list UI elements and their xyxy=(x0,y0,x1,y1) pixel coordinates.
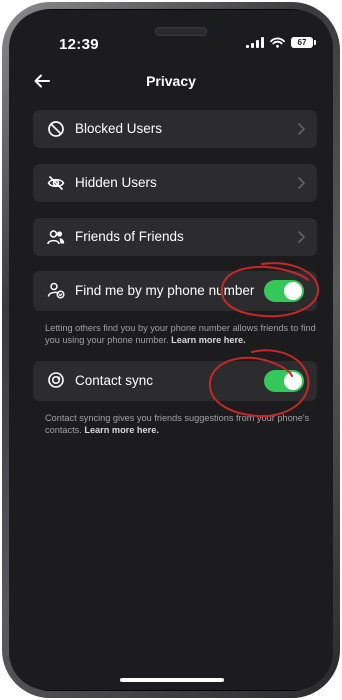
hidden-users-label: Hidden Users xyxy=(75,175,157,190)
block-icon xyxy=(48,121,64,137)
blocked-users-label: Blocked Users xyxy=(75,121,163,136)
cellular-signal-icon xyxy=(246,37,264,48)
find-by-phone-toggle[interactable] xyxy=(264,280,304,302)
blocked-users-row[interactable]: Blocked Users xyxy=(33,110,317,148)
toggle-knob xyxy=(284,372,302,390)
people-icon xyxy=(47,230,65,245)
toggle-knob xyxy=(284,282,302,300)
nav-header: Privacy xyxy=(9,66,333,96)
page-title: Privacy xyxy=(146,73,196,89)
home-indicator[interactable] xyxy=(120,678,224,682)
friends-of-friends-row[interactable]: Friends of Friends xyxy=(33,218,317,256)
find-by-phone-helper: Letting others find you by your phone nu… xyxy=(45,323,317,346)
battery-icon: 67 xyxy=(291,37,316,48)
status-time: 12:39 xyxy=(59,36,99,53)
contact-sync-toggle[interactable] xyxy=(264,370,304,392)
chevron-right-icon xyxy=(298,231,305,243)
status-bar: 12:39 67 xyxy=(9,10,333,66)
friends-of-friends-label: Friends of Friends xyxy=(75,229,184,244)
contact-sync-helper: Contact syncing gives you friends sugges… xyxy=(45,413,317,436)
chevron-right-icon xyxy=(298,177,305,189)
find-by-phone-row: Find me by my phone number xyxy=(33,271,317,311)
hidden-users-row[interactable]: Hidden Users xyxy=(33,164,317,202)
status-icons: 67 xyxy=(246,37,316,48)
contact-sync-learn-more-link[interactable]: Learn more here. xyxy=(84,425,159,435)
contact-sync-label: Contact sync xyxy=(75,373,154,388)
user-check-icon xyxy=(47,282,65,299)
eye-slash-icon xyxy=(47,175,65,191)
sync-icon xyxy=(48,372,64,388)
find-by-phone-learn-more-link[interactable]: Learn more here. xyxy=(171,335,246,345)
find-by-phone-label: Find me by my phone number xyxy=(75,283,255,298)
wifi-icon xyxy=(270,37,285,48)
screen: 12:39 67 Privacy Blocked Users Hidden Us… xyxy=(9,10,333,690)
chevron-right-icon xyxy=(298,123,305,135)
contact-sync-row: Contact sync xyxy=(33,361,317,401)
